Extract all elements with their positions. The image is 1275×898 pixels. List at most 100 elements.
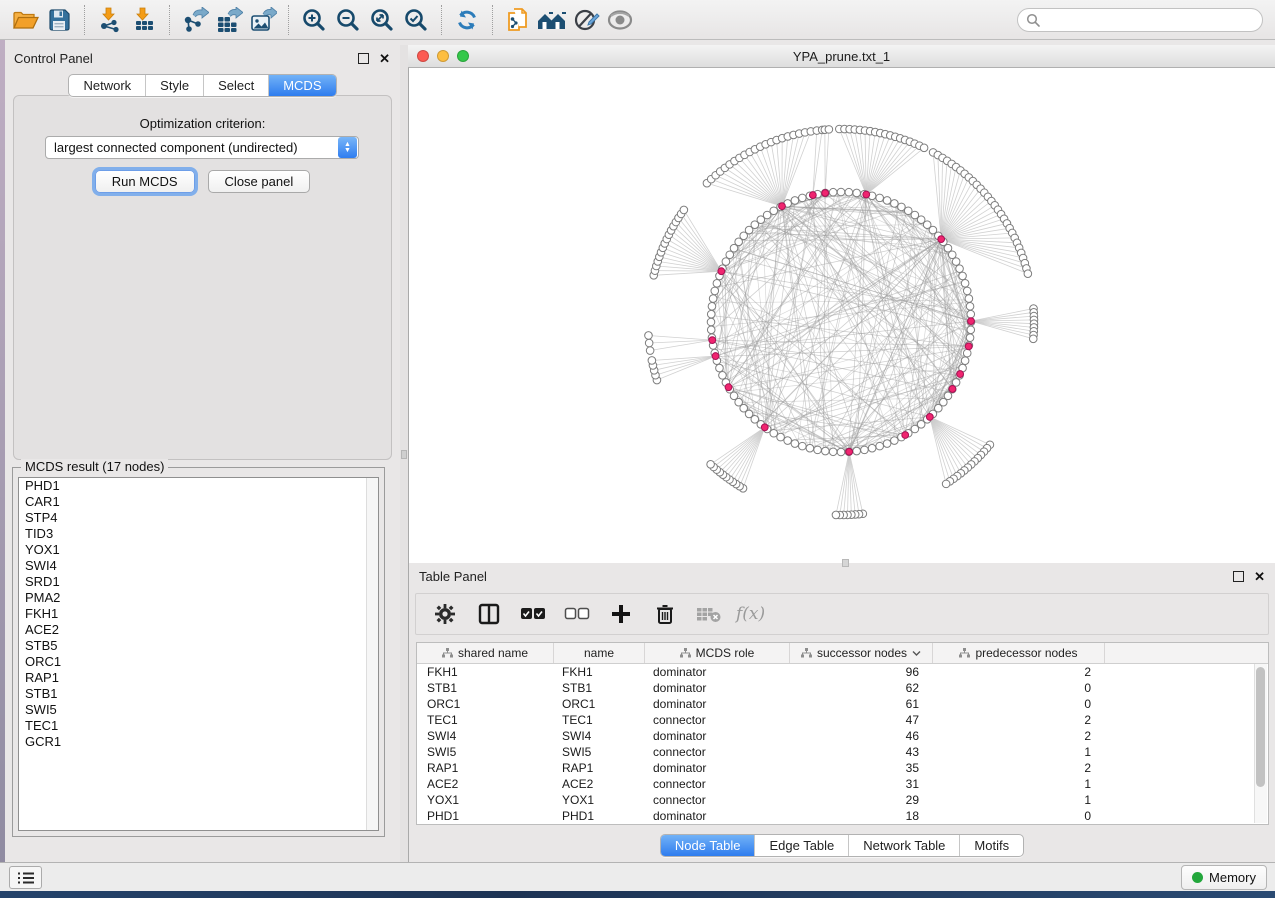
mcds-result-item[interactable]: SWI4 <box>19 558 378 574</box>
cell-name[interactable]: YOX1 <box>554 793 645 807</box>
column-header-successor-nodes[interactable]: successor nodes <box>790 643 933 663</box>
refresh-icon[interactable] <box>450 5 484 35</box>
cell-MCDS-role[interactable]: dominator <box>645 761 790 775</box>
cell-name[interactable]: ORC1 <box>554 697 645 711</box>
cell-predecessor-nodes[interactable]: 2 <box>933 761 1105 775</box>
import-table-icon[interactable] <box>127 5 161 35</box>
cell-shared-name[interactable]: STB1 <box>417 681 554 695</box>
cell-MCDS-role[interactable]: dominator <box>645 729 790 743</box>
close-panel-icon[interactable]: ✕ <box>379 54 390 63</box>
column-header-shared-name[interactable]: shared name <box>417 643 554 663</box>
cell-MCDS-role[interactable]: dominator <box>645 809 790 823</box>
cell-shared-name[interactable]: SWI4 <box>417 729 554 743</box>
task-history-button[interactable] <box>9 866 42 889</box>
cell-successor-nodes[interactable]: 62 <box>790 681 933 695</box>
table-row[interactable]: RAP1RAP1dominator352 <box>417 760 1268 776</box>
vizmapper-icon[interactable] <box>569 5 603 35</box>
float-table-panel-icon[interactable] <box>1233 571 1244 582</box>
deselect-all-icon[interactable] <box>560 597 594 631</box>
splitter-grip[interactable] <box>401 450 407 459</box>
cell-predecessor-nodes[interactable]: 1 <box>933 777 1105 791</box>
cell-MCDS-role[interactable]: dominator <box>645 665 790 679</box>
cell-name[interactable]: TEC1 <box>554 713 645 727</box>
export-table-icon[interactable] <box>212 5 246 35</box>
cell-name[interactable]: ACE2 <box>554 777 645 791</box>
mcds-result-item[interactable]: RAP1 <box>19 670 378 686</box>
cell-MCDS-role[interactable]: connector <box>645 777 790 791</box>
mcds-result-item[interactable]: GCR1 <box>19 734 378 750</box>
zoom-out-icon[interactable] <box>331 5 365 35</box>
cell-shared-name[interactable]: FKH1 <box>417 665 554 679</box>
cell-shared-name[interactable]: ACE2 <box>417 777 554 791</box>
run-mcds-button[interactable]: Run MCDS <box>95 170 195 193</box>
zoom-in-icon[interactable] <box>297 5 331 35</box>
cell-shared-name[interactable]: ORC1 <box>417 697 554 711</box>
close-table-panel-icon[interactable]: ✕ <box>1254 572 1265 581</box>
table-row[interactable]: STB1STB1dominator620 <box>417 680 1268 696</box>
zoom-selected-icon[interactable] <box>399 5 433 35</box>
export-network-icon[interactable] <box>178 5 212 35</box>
cell-name[interactable]: STB1 <box>554 681 645 695</box>
column-icon[interactable] <box>472 597 506 631</box>
select-all-icon[interactable] <box>516 597 550 631</box>
cell-successor-nodes[interactable]: 35 <box>790 761 933 775</box>
cell-successor-nodes[interactable]: 43 <box>790 745 933 759</box>
tab-edge-table[interactable]: Edge Table <box>754 835 848 856</box>
mcds-result-item[interactable]: STB5 <box>19 638 378 654</box>
table-row[interactable]: SWI4SWI4dominator462 <box>417 728 1268 744</box>
table-row[interactable]: SWI5SWI5connector431 <box>417 744 1268 760</box>
mcds-result-item[interactable]: PHD1 <box>19 478 378 494</box>
vertical-splitter[interactable] <box>400 45 408 862</box>
cell-MCDS-role[interactable]: connector <box>645 793 790 807</box>
cell-predecessor-nodes[interactable]: 0 <box>933 681 1105 695</box>
horizontal-splitter-grip[interactable] <box>842 559 849 567</box>
mcds-result-item[interactable]: ORC1 <box>19 654 378 670</box>
mcds-result-item[interactable]: SWI5 <box>19 702 378 718</box>
cell-shared-name[interactable]: RAP1 <box>417 761 554 775</box>
table-row[interactable]: FKH1FKH1dominator962 <box>417 664 1268 680</box>
mcds-result-item[interactable]: SRD1 <box>19 574 378 590</box>
cell-successor-nodes[interactable]: 47 <box>790 713 933 727</box>
cell-MCDS-role[interactable]: connector <box>645 745 790 759</box>
float-panel-icon[interactable] <box>358 53 369 64</box>
table-row[interactable]: ACE2ACE2connector311 <box>417 776 1268 792</box>
network-graph[interactable] <box>409 68 1275 563</box>
cell-MCDS-role[interactable]: dominator <box>645 681 790 695</box>
cell-name[interactable]: FKH1 <box>554 665 645 679</box>
cell-MCDS-role[interactable]: connector <box>645 713 790 727</box>
column-header-predecessor-nodes[interactable]: predecessor nodes <box>933 643 1105 663</box>
cell-name[interactable]: SWI4 <box>554 729 645 743</box>
column-header-name[interactable]: name <box>554 643 645 663</box>
table-scrollbar[interactable] <box>1254 664 1267 823</box>
cell-successor-nodes[interactable]: 96 <box>790 665 933 679</box>
gear-icon[interactable] <box>428 597 462 631</box>
zoom-fit-icon[interactable] <box>365 5 399 35</box>
table-scrollbar-thumb[interactable] <box>1256 667 1265 787</box>
cell-predecessor-nodes[interactable]: 2 <box>933 729 1105 743</box>
table-row[interactable]: TEC1TEC1connector472 <box>417 712 1268 728</box>
result-list-scrollbar[interactable] <box>366 478 378 830</box>
show-hide-icon[interactable] <box>603 5 637 35</box>
add-icon[interactable] <box>604 597 638 631</box>
overview-icon[interactable] <box>535 5 569 35</box>
tab-style[interactable]: Style <box>145 75 203 96</box>
mcds-result-item[interactable]: TEC1 <box>19 718 378 734</box>
mcds-result-item[interactable]: TID3 <box>19 526 378 542</box>
table-row[interactable]: PHD1PHD1dominator180 <box>417 808 1268 824</box>
table-row[interactable]: ORC1ORC1dominator610 <box>417 696 1268 712</box>
mcds-result-item[interactable]: YOX1 <box>19 542 378 558</box>
cell-successor-nodes[interactable]: 46 <box>790 729 933 743</box>
cell-shared-name[interactable]: PHD1 <box>417 809 554 823</box>
cell-shared-name[interactable]: TEC1 <box>417 713 554 727</box>
cell-successor-nodes[interactable]: 31 <box>790 777 933 791</box>
cell-MCDS-role[interactable]: dominator <box>645 697 790 711</box>
mcds-result-item[interactable]: ACE2 <box>19 622 378 638</box>
mcds-result-list[interactable]: PHD1CAR1STP4TID3YOX1SWI4SRD1PMA2FKH1ACE2… <box>18 477 379 831</box>
export-image-icon[interactable] <box>246 5 280 35</box>
cell-successor-nodes[interactable]: 18 <box>790 809 933 823</box>
cell-name[interactable]: SWI5 <box>554 745 645 759</box>
cell-successor-nodes[interactable]: 29 <box>790 793 933 807</box>
tab-mcds[interactable]: MCDS <box>268 75 335 96</box>
cell-predecessor-nodes[interactable]: 1 <box>933 793 1105 807</box>
mcds-result-item[interactable]: STB1 <box>19 686 378 702</box>
